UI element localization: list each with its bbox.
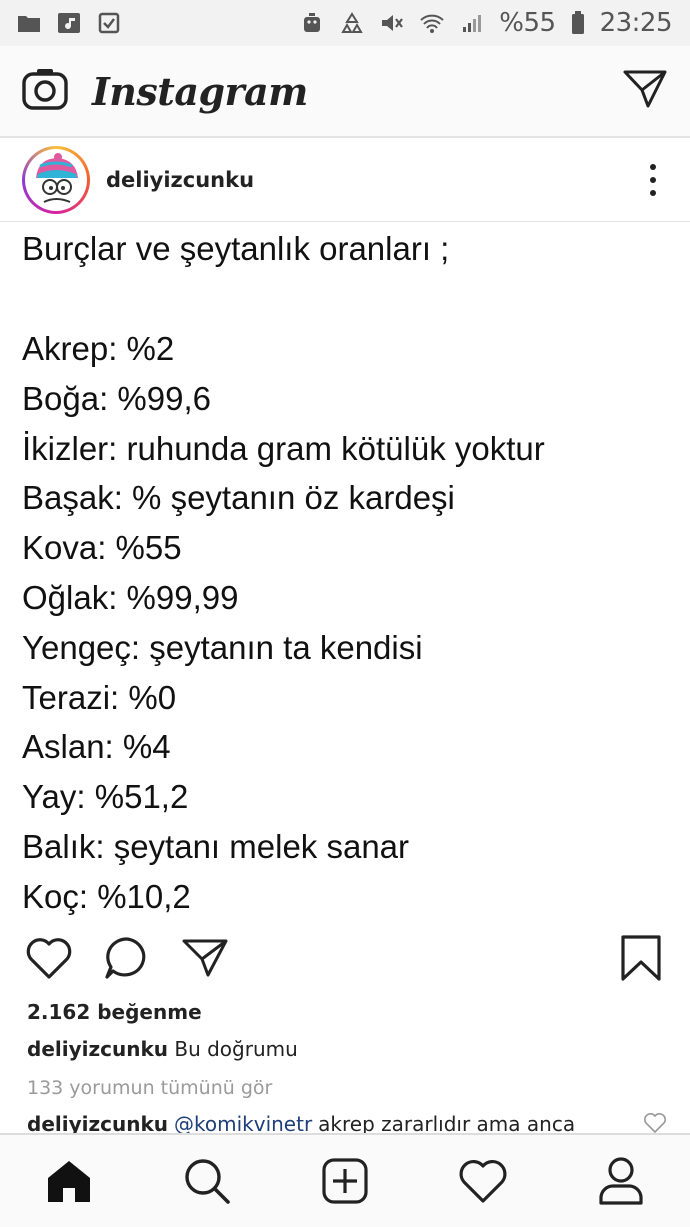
comment-like-icon[interactable] bbox=[643, 1112, 667, 1134]
camera-icon[interactable] bbox=[22, 68, 68, 115]
view-all-comments-link[interactable]: 133 yorumun tümünü gör bbox=[27, 1077, 272, 1099]
avatar[interactable] bbox=[22, 145, 90, 214]
music-icon bbox=[56, 11, 82, 35]
post-image-text: Burçlar ve şeytanlık oranları ; Akrep: %… bbox=[22, 222, 672, 922]
comment-preview: deliyizcunku @komikvinetr akrep zararlıd… bbox=[27, 1112, 667, 1134]
post-line: Kova: %55 bbox=[22, 529, 182, 567]
comment-mention[interactable]: @komikvinetr bbox=[174, 1112, 312, 1134]
post-line: Akrep: %2 bbox=[22, 330, 175, 367]
bottom-navigation bbox=[0, 1133, 690, 1227]
post-line: Yay: %51,2 bbox=[22, 778, 189, 816]
comment-username[interactable]: deliyizcunku bbox=[27, 1112, 168, 1134]
comment-icon[interactable] bbox=[102, 933, 152, 983]
android-icon bbox=[299, 11, 325, 35]
battery-icon bbox=[570, 11, 586, 35]
post-username[interactable]: deliyizcunku bbox=[106, 168, 254, 192]
like-heart-icon[interactable] bbox=[24, 933, 74, 983]
post-actions bbox=[0, 930, 690, 986]
post-line: Aslan: %4 bbox=[22, 728, 171, 766]
share-icon[interactable] bbox=[180, 933, 230, 983]
recycle-icon bbox=[339, 11, 365, 35]
wifi-icon bbox=[419, 11, 445, 35]
like-count[interactable]: 2.162 beğenme bbox=[27, 1000, 202, 1024]
status-bar: %55 23:25 bbox=[0, 0, 690, 46]
caption-username[interactable]: deliyizcunku bbox=[27, 1037, 168, 1061]
post-line: Terazi: %0 bbox=[22, 678, 177, 716]
post-line: İkizler: ruhunda gram kötülük yoktur bbox=[22, 429, 545, 467]
add-post-icon[interactable] bbox=[315, 1151, 375, 1211]
app-logo-title: Instagram bbox=[92, 68, 308, 114]
direct-message-icon[interactable] bbox=[622, 68, 668, 115]
folder-icon bbox=[16, 11, 42, 35]
post-line: Boğa: %99,6 bbox=[22, 379, 211, 417]
app-bar: Instagram bbox=[0, 46, 690, 138]
post-line: Oğlak: %99,99 bbox=[22, 578, 239, 616]
search-icon[interactable] bbox=[177, 1151, 237, 1211]
post-lines: Akrep: %2 Boğa: %99,6 İkizler: ruhunda gra… bbox=[22, 324, 672, 922]
save-bookmark-icon[interactable] bbox=[616, 933, 666, 983]
more-options-icon[interactable] bbox=[638, 160, 668, 200]
checkbox-icon bbox=[96, 11, 122, 35]
post-line: Koç: %10,2 bbox=[22, 877, 191, 915]
post-line: Yengeç: şeytanın ta kendisi bbox=[22, 628, 423, 666]
post-caption: deliyizcunku Bu doğrumu bbox=[27, 1037, 298, 1061]
post-title: Burçlar ve şeytanlık oranları ; bbox=[22, 230, 450, 267]
signal-icon bbox=[459, 11, 485, 35]
post-header: deliyizcunku bbox=[0, 138, 690, 222]
clock: 23:25 bbox=[599, 8, 673, 38]
post-line: Balık: şeytanı melek sanar bbox=[22, 827, 410, 865]
activity-heart-icon[interactable] bbox=[453, 1151, 513, 1211]
battery-percent: %55 bbox=[499, 8, 556, 38]
post-line: Başak: % şeytanın öz kardeşi bbox=[22, 479, 455, 517]
mute-icon bbox=[379, 11, 405, 35]
home-icon[interactable] bbox=[39, 1151, 99, 1211]
profile-icon[interactable] bbox=[591, 1151, 651, 1211]
comment-text: akrep zararlıdır ama anca bbox=[318, 1112, 576, 1134]
caption-text: Bu doğrumu bbox=[174, 1037, 298, 1061]
